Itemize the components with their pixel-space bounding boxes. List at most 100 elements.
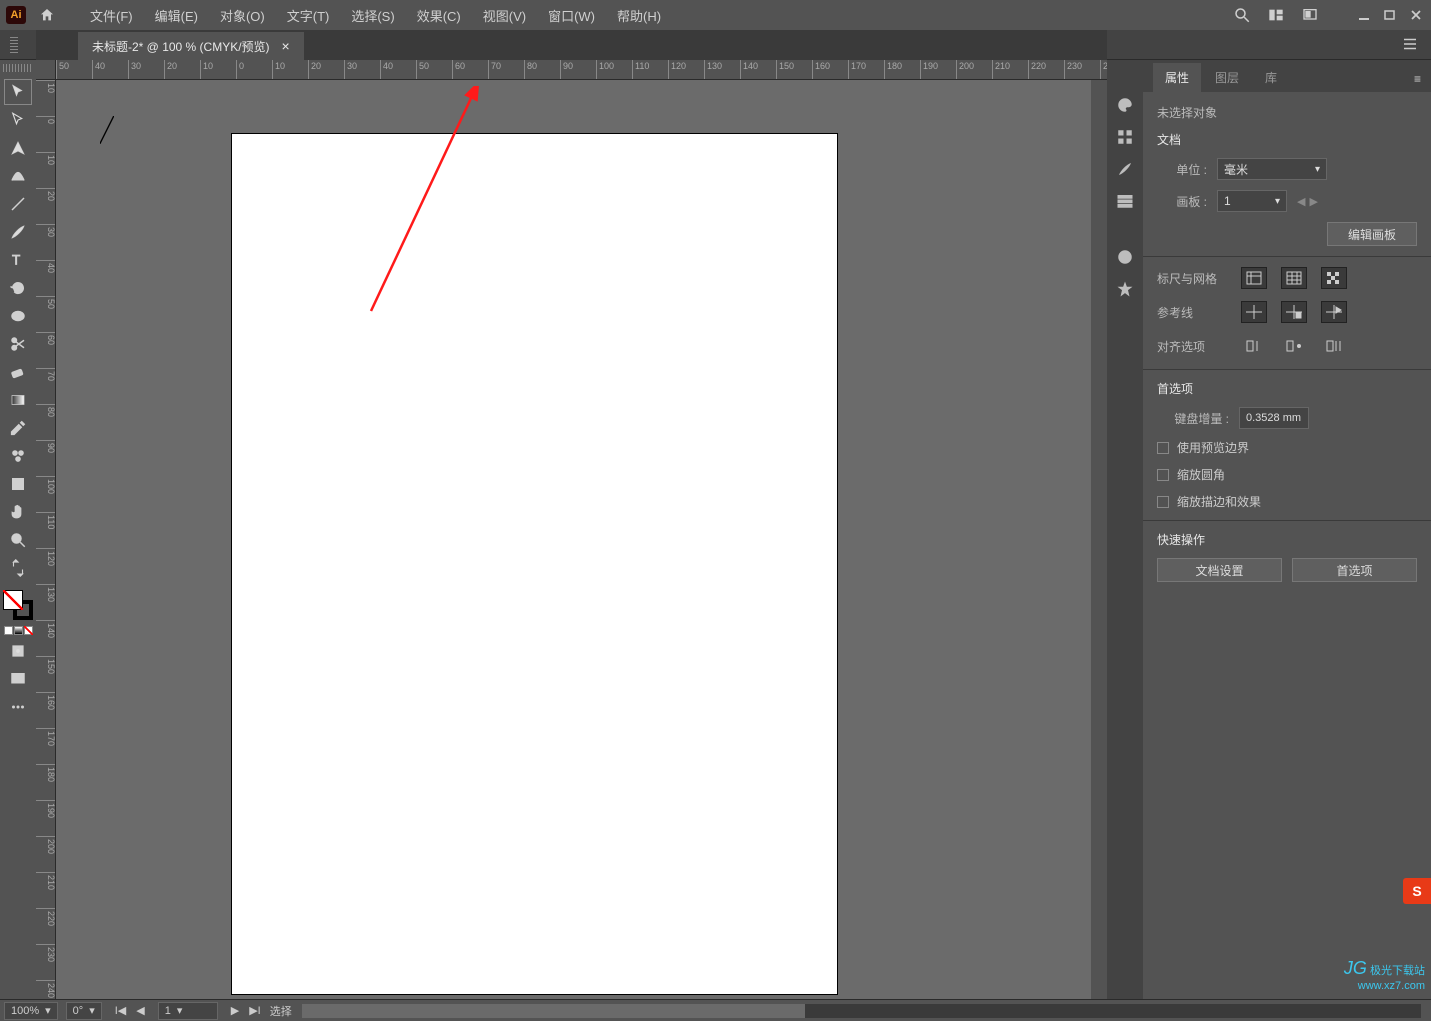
kbd-inc-label: 键盘增量 : bbox=[1157, 410, 1229, 427]
direct-selection-tool[interactable] bbox=[5, 108, 31, 132]
edit-toolbar[interactable] bbox=[5, 695, 31, 719]
home-icon[interactable] bbox=[36, 4, 58, 26]
grid-toggle-icon[interactable] bbox=[1281, 267, 1307, 289]
selection-tool[interactable] bbox=[5, 80, 31, 104]
unit-label: 单位 : bbox=[1157, 161, 1207, 178]
artboard-index-field[interactable]: 1▾ bbox=[158, 1002, 218, 1020]
guides-visibility-icon[interactable] bbox=[1241, 301, 1267, 323]
menu-edit[interactable]: 编辑(E) bbox=[145, 2, 208, 29]
minimize-button[interactable] bbox=[1355, 8, 1373, 22]
arrange-docs-icon[interactable] bbox=[1267, 6, 1285, 24]
toggle-fill-stroke[interactable] bbox=[5, 556, 31, 580]
nav-first[interactable]: I◀ bbox=[112, 1004, 130, 1017]
eraser-tool[interactable] bbox=[5, 360, 31, 384]
guides-lock-icon[interactable] bbox=[1281, 301, 1307, 323]
curvature-tool[interactable] bbox=[5, 164, 31, 188]
line-tool[interactable] bbox=[5, 192, 31, 216]
artboard-nav: I◀ ◀ bbox=[112, 1004, 148, 1017]
svg-text:T: T bbox=[12, 253, 20, 268]
smart-guides-icon[interactable] bbox=[1321, 301, 1347, 323]
search-icon[interactable] bbox=[1233, 6, 1251, 24]
zoom-field[interactable]: 100%▾ bbox=[4, 1002, 58, 1020]
controlbar-menu-icon[interactable] bbox=[1401, 35, 1421, 55]
dock-appearance-icon[interactable] bbox=[1114, 246, 1136, 268]
toolbar-grip-icon[interactable] bbox=[3, 64, 33, 72]
type-tool[interactable]: T bbox=[5, 248, 31, 272]
kbd-inc-input[interactable] bbox=[1239, 407, 1309, 429]
dock-swatches-icon[interactable] bbox=[1114, 126, 1136, 148]
ime-indicator[interactable]: S bbox=[1403, 878, 1431, 904]
document-tab-bar: 未标题-2* @ 100 % (CMYK/预览) × bbox=[36, 30, 1107, 60]
tab-close-icon[interactable]: × bbox=[282, 38, 290, 54]
gradient-tool[interactable] bbox=[5, 388, 31, 412]
snap-to-point-icon[interactable] bbox=[1281, 335, 1307, 357]
preferences-button[interactable]: 首选项 bbox=[1292, 558, 1417, 582]
rulers-grids-label: 标尺与网格 bbox=[1157, 270, 1227, 287]
ruler-vertical[interactable]: 1001020304050607080901001101201301401501… bbox=[36, 80, 56, 999]
document-setup-button[interactable]: 文档设置 bbox=[1157, 558, 1282, 582]
screen-mode[interactable] bbox=[5, 667, 31, 691]
align-label: 对齐选项 bbox=[1157, 338, 1227, 355]
artboard-select[interactable]: 1▾ bbox=[1217, 190, 1287, 212]
dock-color-icon[interactable] bbox=[1114, 94, 1136, 116]
close-button[interactable] bbox=[1407, 8, 1425, 22]
check-scale-corners[interactable]: 缩放圆角 bbox=[1157, 466, 1417, 483]
fill-stroke-swatch[interactable] bbox=[3, 590, 33, 620]
artboard-tool[interactable] bbox=[5, 472, 31, 496]
ruler-horizontal[interactable]: 5040302010010203040506070809010011012013… bbox=[56, 60, 1107, 80]
snap-to-pixel-icon[interactable] bbox=[1241, 335, 1267, 357]
brush-tool[interactable] bbox=[5, 220, 31, 244]
check-scale-strokes[interactable]: 缩放描边和效果 bbox=[1157, 493, 1417, 510]
scissors-tool[interactable] bbox=[5, 332, 31, 356]
nav-prev[interactable]: ◀ bbox=[133, 1004, 147, 1017]
document-tab[interactable]: 未标题-2* @ 100 % (CMYK/预览) × bbox=[78, 32, 304, 60]
zoom-tool[interactable] bbox=[5, 528, 31, 552]
maximize-button[interactable] bbox=[1381, 8, 1399, 22]
draw-mode[interactable] bbox=[5, 639, 31, 663]
dock-symbols-icon[interactable] bbox=[1114, 278, 1136, 300]
check-preview-bounds[interactable]: 使用预览边界 bbox=[1157, 439, 1417, 456]
menu-window[interactable]: 窗口(W) bbox=[538, 2, 605, 29]
canvas-viewport[interactable] bbox=[56, 80, 1091, 999]
unit-select[interactable]: 毫米▾ bbox=[1217, 158, 1327, 180]
pen-tool[interactable] bbox=[5, 136, 31, 160]
menu-object[interactable]: 对象(O) bbox=[210, 2, 275, 29]
menu-effect[interactable]: 效果(C) bbox=[407, 2, 471, 29]
no-selection-label: 未选择对象 bbox=[1157, 104, 1417, 121]
nav-last[interactable]: ▶I bbox=[246, 1004, 264, 1017]
snap-to-grid-icon[interactable] bbox=[1321, 335, 1347, 357]
symbol-tool[interactable] bbox=[5, 444, 31, 468]
tab-layers[interactable]: 图层 bbox=[1203, 63, 1251, 92]
eyedropper-tool[interactable] bbox=[5, 416, 31, 440]
rotation-field[interactable]: 0°▾ bbox=[66, 1002, 102, 1020]
ruler-toggle-icon[interactable] bbox=[1241, 267, 1267, 289]
rotate-tool[interactable] bbox=[5, 276, 31, 300]
menu-select[interactable]: 选择(S) bbox=[341, 2, 404, 29]
workspace-icon[interactable] bbox=[1301, 6, 1319, 24]
hand-tool[interactable] bbox=[5, 500, 31, 524]
drawn-path[interactable] bbox=[100, 116, 114, 144]
shape-tool[interactable] bbox=[5, 304, 31, 328]
menu-view[interactable]: 视图(V) bbox=[473, 2, 536, 29]
menu-text[interactable]: 文字(T) bbox=[277, 2, 340, 29]
edit-artboard-button[interactable]: 编辑画板 bbox=[1327, 222, 1417, 246]
properties-panel: 属性 图层 库 ≡ 未选择对象 文档 单位 : 毫米▾ 画板 : 1▾ ◀▶ 编… bbox=[1143, 60, 1431, 999]
horizontal-scrollbar[interactable] bbox=[302, 1004, 1421, 1018]
artboard-label: 画板 : bbox=[1157, 193, 1207, 210]
dock-stroke-icon[interactable] bbox=[1114, 190, 1136, 212]
nav-next[interactable]: ▶ bbox=[228, 1004, 242, 1017]
ruler-origin[interactable] bbox=[36, 60, 56, 80]
menu-help[interactable]: 帮助(H) bbox=[607, 2, 671, 29]
tab-properties[interactable]: 属性 bbox=[1153, 63, 1201, 92]
menu-file[interactable]: 文件(F) bbox=[80, 2, 143, 29]
vertical-scrollbar[interactable] bbox=[1091, 80, 1107, 999]
dock-brushes-icon[interactable] bbox=[1114, 158, 1136, 180]
tab-library[interactable]: 库 bbox=[1253, 63, 1289, 92]
section-quick: 快速操作 bbox=[1157, 531, 1417, 548]
artboard[interactable] bbox=[232, 134, 837, 994]
transparency-grid-icon[interactable] bbox=[1321, 267, 1347, 289]
tab-title: 未标题-2* @ 100 % (CMYK/预览) bbox=[92, 38, 270, 55]
panel-menu-icon[interactable]: ≡ bbox=[1404, 66, 1431, 92]
color-mode-row[interactable] bbox=[4, 626, 33, 635]
artboard-nav[interactable]: ◀▶ bbox=[1297, 195, 1318, 208]
